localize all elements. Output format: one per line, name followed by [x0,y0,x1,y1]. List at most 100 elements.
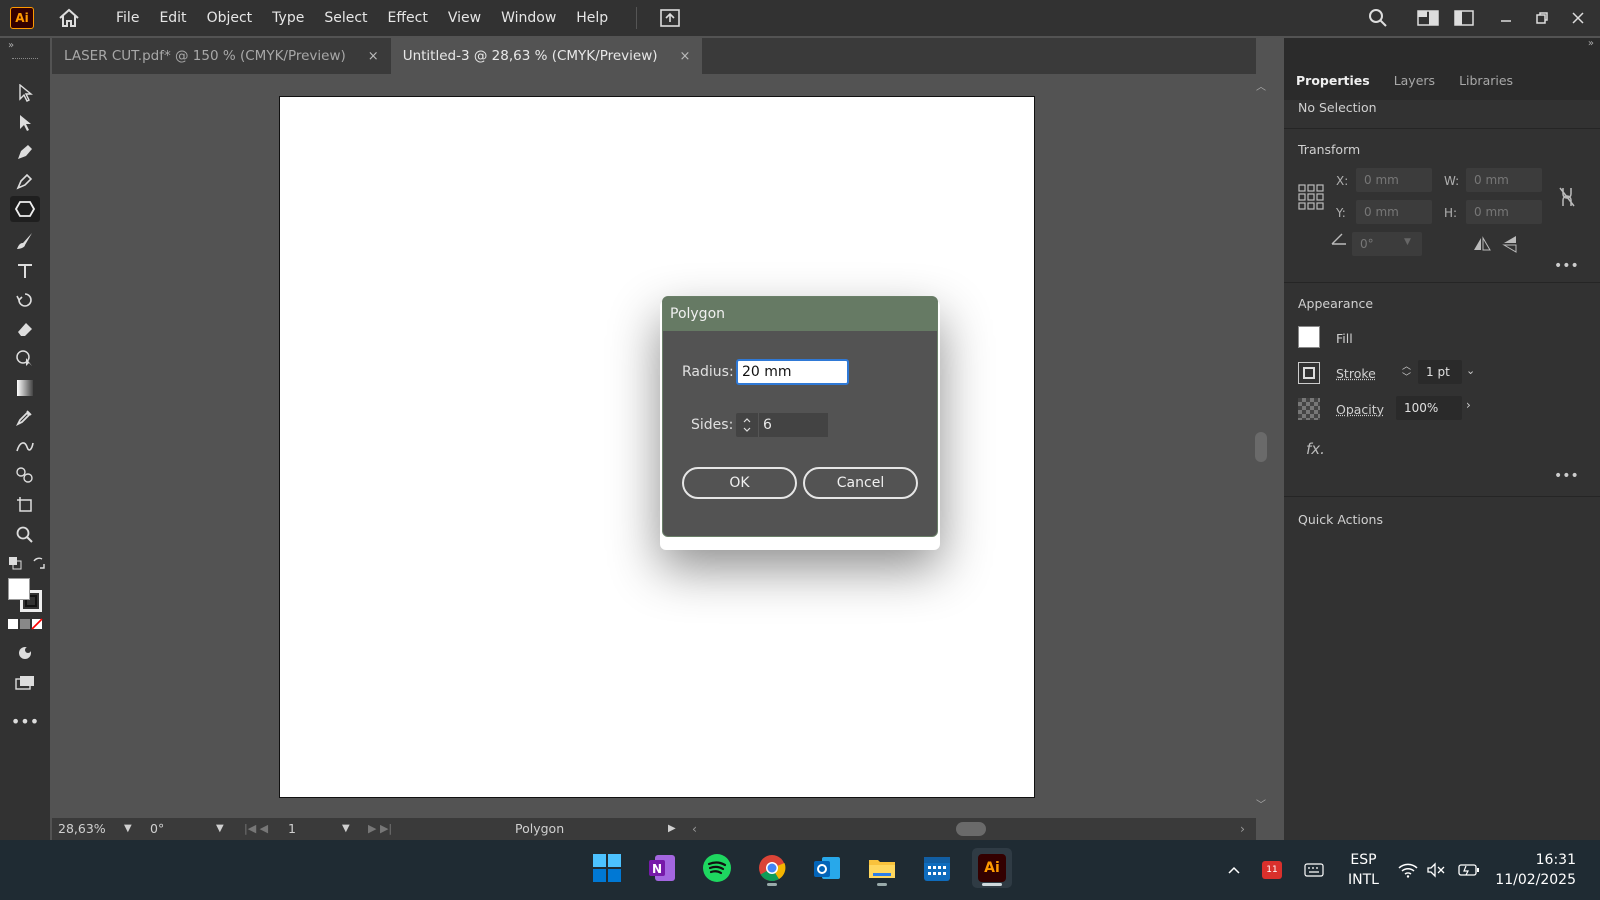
tab-properties[interactable]: Properties [1284,73,1382,88]
workspace-icon[interactable] [1410,0,1446,36]
share-icon[interactable] [657,6,683,30]
toolbar-grip[interactable] [12,58,38,60]
collapse-panel-icon[interactable]: » [1588,38,1594,49]
y-field[interactable]: 0 mm [1356,200,1432,224]
menu-object[interactable]: Object [197,0,263,36]
horizontal-scroll-thumb[interactable] [956,822,986,836]
rotate-tool-icon[interactable] [10,287,40,313]
volume-muted-icon[interactable] [1424,840,1448,900]
stroke-color-swatch[interactable] [1298,362,1320,384]
outlook-icon[interactable] [807,848,847,888]
chrome-icon[interactable] [752,848,792,888]
fill-label[interactable]: Fill [1336,331,1353,346]
search-icon[interactable] [1360,0,1396,36]
rotation-field[interactable]: 0° [1352,232,1422,256]
radius-input[interactable]: 20 mm [736,359,849,385]
puppet-warp-tool-icon[interactable] [10,433,40,459]
sides-stepper[interactable] [736,413,758,437]
opacity-field[interactable]: 100% [1396,396,1462,420]
menu-view[interactable]: View [438,0,491,36]
illustrator-taskbar-icon[interactable]: Ai [972,848,1012,888]
fill-color-swatch[interactable] [1298,326,1320,348]
shape-builder-tool-icon[interactable] [10,345,40,371]
type-tool-icon[interactable] [10,258,40,284]
menu-window[interactable]: Window [491,0,566,36]
menu-help[interactable]: Help [566,0,618,36]
file-explorer-icon[interactable] [862,848,902,888]
input-language[interactable]: ESP INTL [1348,850,1379,890]
tab-libraries[interactable]: Libraries [1447,73,1525,88]
artboard-dropdown-icon[interactable]: ▼ [342,818,350,840]
calendar-icon[interactable] [917,848,957,888]
flip-vertical-icon[interactable] [1502,234,1518,258]
opacity-expand-icon[interactable]: › [1466,398,1471,412]
start-button-icon[interactable] [587,848,627,888]
close-tab-icon[interactable]: × [680,49,691,64]
height-field[interactable]: 0 mm [1466,200,1542,224]
keyboard-icon[interactable] [1300,840,1328,900]
draw-mode-icon[interactable] [10,640,40,666]
last-artboard-icon[interactable]: ▶ ▶| [368,818,392,840]
restore-icon[interactable] [1524,0,1560,36]
home-icon[interactable] [56,6,82,30]
curvature-tool-icon[interactable] [10,168,40,194]
notification-app-icon[interactable]: 11 [1258,840,1286,900]
artboard-tool-icon[interactable] [10,492,40,518]
tab-untitled-3[interactable]: Untitled-3 @ 28,63 % (CMYK/Preview) × [390,38,703,74]
more-tools-icon[interactable]: ••• [10,708,40,734]
color-mode-icons[interactable] [8,618,44,634]
direct-selection-tool-icon[interactable] [10,110,40,136]
gradient-tool-icon[interactable] [10,375,40,401]
cancel-button[interactable]: Cancel [803,467,918,499]
pen-tool-icon[interactable] [10,139,40,165]
effects-icon[interactable]: fx. [1306,440,1325,458]
rotation-dropdown-icon[interactable]: ▼ [216,818,224,840]
artboard-number[interactable]: 1 [288,818,296,840]
stroke-weight-field[interactable]: 1 pt [1418,360,1462,384]
more-appearance-options-icon[interactable]: ••• [1554,468,1579,484]
menu-effect[interactable]: Effect [378,0,438,36]
close-window-icon[interactable] [1560,0,1596,36]
canvas[interactable] [52,74,1256,814]
close-tab-icon[interactable]: × [368,49,379,64]
swap-fill-stroke-icon[interactable] [32,556,46,574]
vertical-scroll-thumb[interactable] [1255,432,1267,462]
battery-icon[interactable] [1456,840,1482,900]
more-transform-options-icon[interactable]: ••• [1554,258,1579,274]
stroke-weight-stepper[interactable]: ︿ ﹀ [1402,362,1411,384]
menu-file[interactable]: File [106,0,149,36]
first-artboard-icon[interactable]: |◀ ◀ [244,818,268,840]
screen-mode-icon[interactable] [10,670,40,696]
paintbrush-tool-icon[interactable] [10,228,40,254]
zoom-level[interactable]: 28,63% [58,818,106,840]
stroke-label[interactable]: Stroke [1336,366,1376,381]
width-field[interactable]: 0 mm [1466,168,1542,192]
rotation-value[interactable]: 0° [150,818,164,840]
flip-horizontal-icon[interactable] [1472,236,1492,256]
opacity-label[interactable]: Opacity [1336,402,1384,417]
collapse-toolbar-icon[interactable]: » [8,40,14,51]
symbol-sprayer-tool-icon[interactable] [10,462,40,488]
scroll-right-icon[interactable]: › [1240,818,1245,840]
constrain-proportions-icon[interactable] [1558,186,1576,212]
default-fill-stroke-icon[interactable] [8,556,22,574]
fill-swatch[interactable] [8,578,30,600]
rotation-dropdown-icon[interactable]: ▼ [1404,237,1411,247]
tab-laser-cut[interactable]: LASER CUT.pdf* @ 150 % (CMYK/Preview) × [52,38,391,74]
vertical-scrollbar[interactable]: ︿ ﹀ [1252,74,1270,814]
eraser-tool-icon[interactable] [10,316,40,342]
zoom-tool-icon[interactable] [10,522,40,548]
zoom-dropdown-icon[interactable]: ▼ [124,818,132,840]
show-hidden-icons-icon[interactable] [1222,840,1246,900]
dialog-title[interactable]: Polygon [663,297,937,331]
menu-edit[interactable]: Edit [149,0,196,36]
scroll-up-icon[interactable]: ︿ [1256,78,1266,93]
tab-layers[interactable]: Layers [1382,73,1447,88]
spotify-icon[interactable] [697,848,737,888]
eyedropper-tool-icon[interactable] [10,404,40,430]
menu-type[interactable]: Type [262,0,314,36]
arrange-documents-icon[interactable] [1446,0,1482,36]
scroll-left-icon[interactable]: ‹ [692,818,697,840]
polygon-tool-icon[interactable] [10,196,40,222]
selection-tool-icon[interactable] [10,80,40,106]
